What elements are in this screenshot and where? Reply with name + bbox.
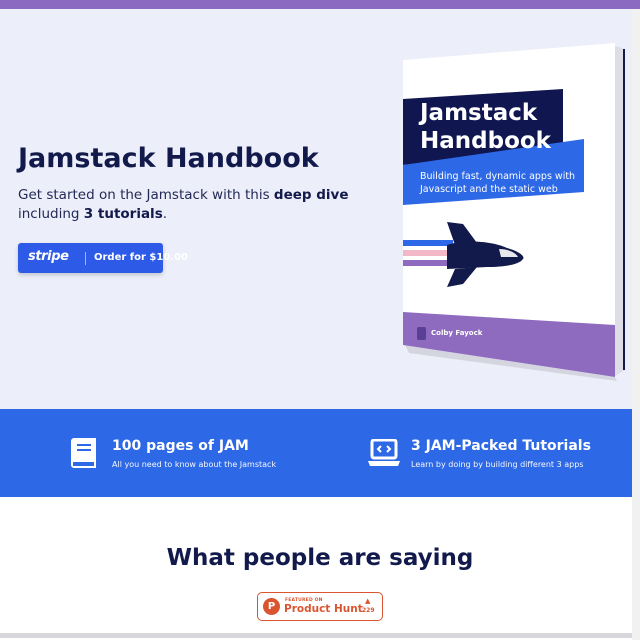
feature-description: All you need to know about the Jamstack — [112, 460, 277, 469]
laptop-code-icon — [368, 439, 400, 466]
page-title: Jamstack Handbook — [18, 143, 319, 174]
order-button[interactable]: stripe Order for $10.00 — [18, 243, 188, 273]
rocket-trail — [403, 250, 453, 256]
hero-desc-text: including — [18, 206, 84, 222]
rocket-trail — [403, 260, 453, 266]
feature-title: 100 pages of JAM — [112, 438, 249, 454]
feature-description: Learn by doing by building different 3 a… — [411, 460, 584, 469]
rocket-trail — [403, 240, 453, 246]
book-cover: Jamstack Handbook Building fast, dynamic… — [403, 43, 629, 383]
book-icon — [71, 438, 96, 468]
hero-desc-text: Get started on the Jamstack with this — [18, 187, 274, 203]
page-scrollbar[interactable] — [632, 9, 640, 640]
book-title-line1: Jamstack — [420, 100, 538, 126]
features-banner: 100 pages of JAM All you need to know ab… — [0, 409, 640, 497]
hero-description: Get started on the Jamstack with this de… — [18, 186, 368, 224]
button-divider — [85, 252, 86, 265]
hero-desc-text: . — [162, 206, 168, 222]
book-author: Colby Fayock — [431, 329, 483, 337]
top-accent-bar — [0, 0, 640, 9]
content-divider — [0, 633, 632, 638]
product-hunt-name: Product Hunt — [284, 603, 363, 615]
feature-title: 3 JAM-Packed Tutorials — [411, 438, 591, 454]
testimonials-heading: What people are saying — [166, 545, 474, 571]
author-avatar — [417, 327, 426, 340]
order-button-label: Order for $10.00 — [94, 252, 189, 263]
product-hunt-icon: P — [263, 598, 280, 615]
hero-desc-highlight: deep dive — [273, 187, 349, 203]
upvote-arrow-icon: ▲ — [365, 597, 371, 605]
book-title-line2: Handbook — [420, 128, 551, 154]
hero-desc-highlight: 3 tutorials — [83, 206, 163, 222]
stripe-logo: stripe — [28, 249, 69, 264]
upvote-count: 229 — [362, 607, 375, 614]
book-subtitle: Building fast, dynamic apps with Javascr… — [420, 171, 576, 195]
product-hunt-badge[interactable]: P FEATURED ON Product Hunt ▲ 229 — [257, 592, 383, 621]
